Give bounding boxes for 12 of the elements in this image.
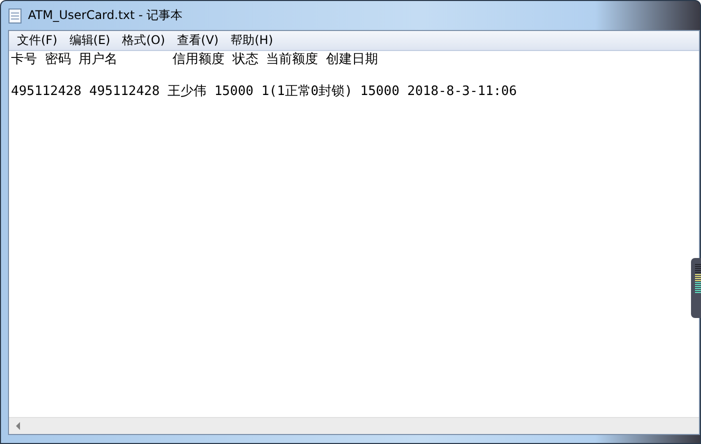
text-line: 495112428 495112428 王少伟 15000 1(1正常0封锁) 15000 2018-8-3-11:06 (11, 84, 518, 100)
window-title: ATM_UserCard.txt - 记事本 (28, 7, 183, 24)
text-line: 卡号 密码 用户名 信用额度 状态 当前额度 创建日期 (11, 52, 379, 68)
menu-item[interactable]: 文件(F) (13, 32, 66, 49)
menu-item[interactable]: 编辑(E) (65, 32, 118, 49)
menu-item[interactable]: 查看(V) (173, 32, 227, 49)
horizontal-scrollbar[interactable] (9, 417, 699, 434)
menu-item[interactable]: 帮助(H) (226, 32, 281, 49)
meter-drawing (691, 258, 701, 318)
notepad-icon (8, 8, 22, 24)
text-area[interactable]: 卡号 密码 用户名 信用额度 状态 当前额度 创建日期 495112428 495112428 王少伟 15000 1(1正常0封锁) 15000 2018-8-3-11:06 (9, 51, 699, 417)
menu-item[interactable]: 格式(O) (118, 32, 174, 49)
